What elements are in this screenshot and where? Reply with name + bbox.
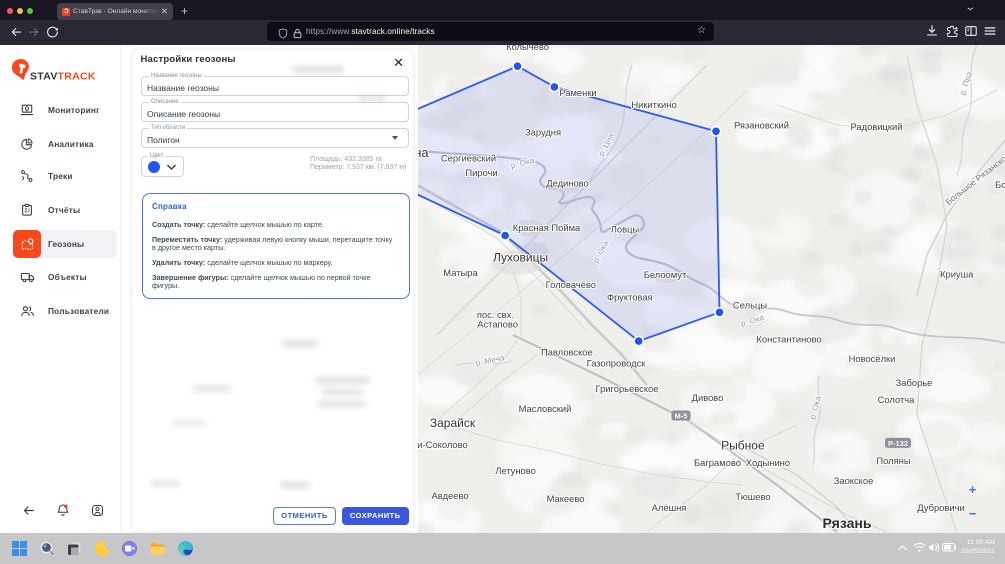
svg-text:Головачёво: Головачёво xyxy=(546,279,596,290)
svg-text:TRACK: TRACK xyxy=(58,70,96,82)
svg-text:Колычёво: Колычёво xyxy=(506,45,549,52)
svg-text:−: − xyxy=(969,506,977,521)
svg-text:Масловский: Масловский xyxy=(519,403,572,414)
svg-text:Никиткино: Никиткино xyxy=(631,99,676,110)
svg-text:Ловцы: Ловцы xyxy=(611,223,640,234)
svg-text:Рязановский: Рязановский xyxy=(734,120,789,131)
svg-text:Заокское: Заокское xyxy=(834,475,874,486)
svg-text:Сельцы: Сельцы xyxy=(733,299,767,310)
svg-text:Рязань: Рязань xyxy=(823,515,872,531)
svg-text:Дивово: Дивово xyxy=(692,392,724,403)
svg-text:Заборье: Заборье xyxy=(896,377,933,388)
svg-text:Тюшево: Тюшево xyxy=(735,491,770,502)
svg-text:Дубровичи: Дубровичи xyxy=(917,502,964,513)
svg-text:Зарудня: Зарудня xyxy=(525,127,561,138)
svg-text:Р-132: Р-132 xyxy=(888,439,908,448)
svg-text:Новосёлки: Новосёлки xyxy=(849,353,896,364)
svg-text:Григорьевское: Григорьевское xyxy=(596,383,659,394)
svg-text:Белоомут: Белоомут xyxy=(644,269,687,280)
svg-text:Павловское: Павловское xyxy=(541,347,593,358)
svg-text:STAV: STAV xyxy=(30,70,58,82)
svg-text:Красная Пойма: Красная Пойма xyxy=(513,222,581,233)
svg-text:Пирочи: Пирочи xyxy=(465,167,497,178)
svg-text:Ходынино: Ходынино xyxy=(746,457,790,468)
svg-text:Баграмово: Баграмово xyxy=(694,457,741,468)
svg-text:Сергиевский: Сергиевский xyxy=(441,153,496,164)
svg-text:Макеево: Макеево xyxy=(547,493,585,504)
svg-text:Матыра: Матыра xyxy=(443,267,478,278)
svg-text:и-Соколово: и-Соколово xyxy=(417,439,467,450)
svg-text:Дединово: Дединово xyxy=(546,178,589,189)
svg-text:Луховицы: Луховицы xyxy=(493,250,548,264)
svg-text:Бол: Бол xyxy=(995,179,1005,190)
svg-text:Поляны: Поляны xyxy=(876,455,910,466)
svg-text:Радовицкий: Радовицкий xyxy=(850,121,902,132)
svg-text:Фруктовая: Фруктовая xyxy=(607,292,653,303)
svg-text:Зарайск: Зарайск xyxy=(430,416,476,430)
svg-text:Летуново: Летуново xyxy=(495,465,536,476)
svg-text:+: + xyxy=(969,482,977,497)
svg-text:Рыбное: Рыбное xyxy=(721,439,765,453)
svg-text:М-5: М-5 xyxy=(675,412,688,421)
svg-text:Криуша: Криуша xyxy=(940,269,974,280)
svg-text:Алёшня: Алёшня xyxy=(652,502,687,513)
svg-text:Авдеево: Авдеево xyxy=(431,490,468,501)
svg-text:Раменки: Раменки xyxy=(559,87,596,98)
svg-text:Константиново: Константиново xyxy=(756,334,821,345)
svg-text:Астапово: Астапово xyxy=(477,318,518,329)
svg-text:Газопроводск: Газопроводск xyxy=(587,357,647,368)
svg-text:Солотча: Солотча xyxy=(878,394,916,405)
